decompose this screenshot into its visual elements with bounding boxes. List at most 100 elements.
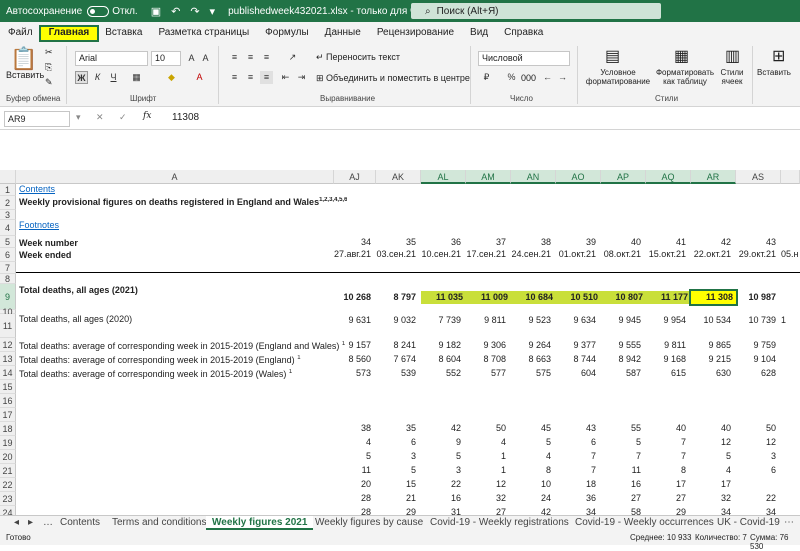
- data-cell[interactable]: 6: [736, 464, 779, 476]
- data-cell[interactable]: 1: [466, 450, 509, 462]
- data-cell[interactable]: 21: [376, 492, 419, 504]
- decrease-indent-icon[interactable]: ⇤: [279, 71, 292, 84]
- data-cell[interactable]: 40: [691, 422, 734, 434]
- col-header-a[interactable]: A: [16, 170, 334, 184]
- total-2020-cell[interactable]: 10 534: [691, 314, 734, 326]
- col-header-ak[interactable]: AK: [376, 170, 421, 184]
- borders-icon[interactable]: ▦: [130, 71, 143, 84]
- row-header[interactable]: 17: [0, 408, 16, 422]
- total-2021-cell[interactable]: 10 684: [511, 291, 556, 304]
- col-header-am[interactable]: AM: [466, 170, 511, 184]
- row-header[interactable]: 16: [0, 394, 16, 408]
- data-cell[interactable]: 22: [421, 478, 464, 490]
- avg-wales-cell[interactable]: 539: [376, 367, 419, 379]
- week-number-cell[interactable]: 42: [691, 236, 734, 248]
- data-cell[interactable]: 5: [691, 450, 734, 462]
- avg-wales-cell[interactable]: 615: [646, 367, 689, 379]
- avg-ew-cell[interactable]: 9 759: [736, 339, 779, 351]
- data-cell[interactable]: 16: [601, 478, 644, 490]
- total-2020-cell[interactable]: 9 032: [376, 314, 419, 326]
- total-2021-cell[interactable]: 11 177: [646, 291, 691, 304]
- increase-decimal-icon[interactable]: ←: [541, 71, 554, 84]
- avg-eng-cell[interactable]: 9 215: [691, 353, 734, 365]
- currency-icon[interactable]: ₽: [480, 71, 493, 84]
- data-cell[interactable]: 20: [334, 478, 374, 490]
- avg-eng-cell[interactable]: 8 663: [511, 353, 554, 365]
- row-header[interactable]: 24: [0, 506, 16, 515]
- sheet-tab-uk-covid[interactable]: UK - Covid-19: [717, 516, 780, 530]
- font-name-select[interactable]: Arial: [75, 51, 148, 66]
- align-bottom-icon[interactable]: ≡: [260, 51, 273, 64]
- font-size-select[interactable]: 10: [151, 51, 181, 66]
- total-2021-cell[interactable]: 10 807: [601, 291, 646, 304]
- name-box-dropdown-icon[interactable]: ▾: [76, 112, 81, 123]
- data-cell[interactable]: 11: [601, 464, 644, 476]
- data-cell[interactable]: 1: [466, 464, 509, 476]
- col-header-at[interactable]: [781, 170, 800, 184]
- italic-button[interactable]: К: [91, 71, 104, 84]
- increase-indent-icon[interactable]: ⇥: [295, 71, 308, 84]
- week-ended-cell[interactable]: 17.сен.21: [466, 248, 509, 260]
- data-cell[interactable]: 7: [646, 436, 689, 448]
- format-table-icon[interactable]: ▦: [674, 46, 689, 66]
- data-cell[interactable]: 58: [601, 506, 644, 515]
- tab-view[interactable]: Вид: [462, 27, 496, 42]
- data-cell[interactable]: 28: [334, 492, 374, 504]
- data-cell[interactable]: 7: [646, 450, 689, 462]
- total-2021-cell[interactable]: 10 268: [334, 291, 374, 304]
- data-cell[interactable]: 3: [376, 450, 419, 462]
- enter-icon[interactable]: ✓: [119, 112, 127, 123]
- total-2021-cell[interactable]: 8 797: [376, 291, 419, 304]
- data-cell[interactable]: 4: [466, 436, 509, 448]
- tab-page-layout[interactable]: Разметка страницы: [150, 27, 257, 42]
- data-cell[interactable]: 11: [334, 464, 374, 476]
- avg-eng-cell[interactable]: 9 168: [646, 353, 689, 365]
- row-header[interactable]: 13: [0, 352, 16, 366]
- data-cell[interactable]: 5: [511, 436, 554, 448]
- wrap-text-button[interactable]: ↵ Переносить текст: [316, 52, 400, 63]
- tabs-overflow-icon[interactable]: ⋯: [784, 516, 794, 530]
- format-table-button[interactable]: Форматировать как таблицу: [652, 68, 718, 86]
- align-center-icon[interactable]: ≡: [244, 71, 257, 84]
- data-cell[interactable]: 4: [691, 464, 734, 476]
- data-cell[interactable]: 28: [334, 506, 374, 515]
- avg-eng-cell[interactable]: 8 744: [556, 353, 599, 365]
- data-cell[interactable]: 27: [646, 492, 689, 504]
- total-2020-cell[interactable]: 7 739: [421, 314, 464, 326]
- total-2021-cell[interactable]: 10 510: [556, 291, 601, 304]
- data-cell[interactable]: 5: [334, 450, 374, 462]
- week-ended-cell[interactable]: 08.окт.21: [601, 248, 644, 260]
- data-cell[interactable]: 8: [646, 464, 689, 476]
- data-cell[interactable]: 6: [376, 436, 419, 448]
- week-number-cell[interactable]: 37: [466, 236, 509, 248]
- avg-ew-cell[interactable]: 9 157: [334, 339, 374, 351]
- paste-icon[interactable]: 📋: [10, 46, 37, 72]
- avg-wales-cell[interactable]: 577: [466, 367, 509, 379]
- row-header[interactable]: 3: [0, 210, 16, 220]
- bold-button[interactable]: Ж: [75, 71, 88, 84]
- formula-input[interactable]: 11308: [172, 112, 199, 123]
- tab-scroll-right-icon[interactable]: ▸: [28, 516, 33, 530]
- total-2021-cell[interactable]: 11 308: [689, 289, 738, 306]
- search-input[interactable]: ⌕ Поиск (Alt+Я): [411, 3, 661, 19]
- data-cell[interactable]: 38: [334, 422, 374, 434]
- data-cell[interactable]: 50: [466, 422, 509, 434]
- col-header-aq[interactable]: AQ: [646, 170, 691, 184]
- col-header-as[interactable]: AS: [736, 170, 781, 184]
- name-box[interactable]: AR9: [4, 111, 70, 127]
- total-2020-cell[interactable]: 9 945: [601, 314, 644, 326]
- data-cell[interactable]: 45: [511, 422, 554, 434]
- footnotes-link[interactable]: Footnotes: [19, 220, 59, 230]
- data-cell[interactable]: 12: [691, 436, 734, 448]
- total-2020-cell[interactable]: 9 631: [334, 314, 374, 326]
- tab-help[interactable]: Справка: [496, 27, 551, 42]
- data-cell[interactable]: 9: [421, 436, 464, 448]
- data-cell[interactable]: 27: [601, 492, 644, 504]
- cell-styles-button[interactable]: Стили ячеек: [715, 68, 749, 86]
- row-header[interactable]: 14: [0, 366, 16, 380]
- data-cell[interactable]: 29: [646, 506, 689, 515]
- sheet-tab-weekly-2021[interactable]: Weekly figures 2021: [206, 516, 314, 530]
- data-cell[interactable]: 6: [556, 436, 599, 448]
- row-header[interactable]: 20: [0, 450, 16, 464]
- row-header[interactable]: 8: [0, 274, 16, 284]
